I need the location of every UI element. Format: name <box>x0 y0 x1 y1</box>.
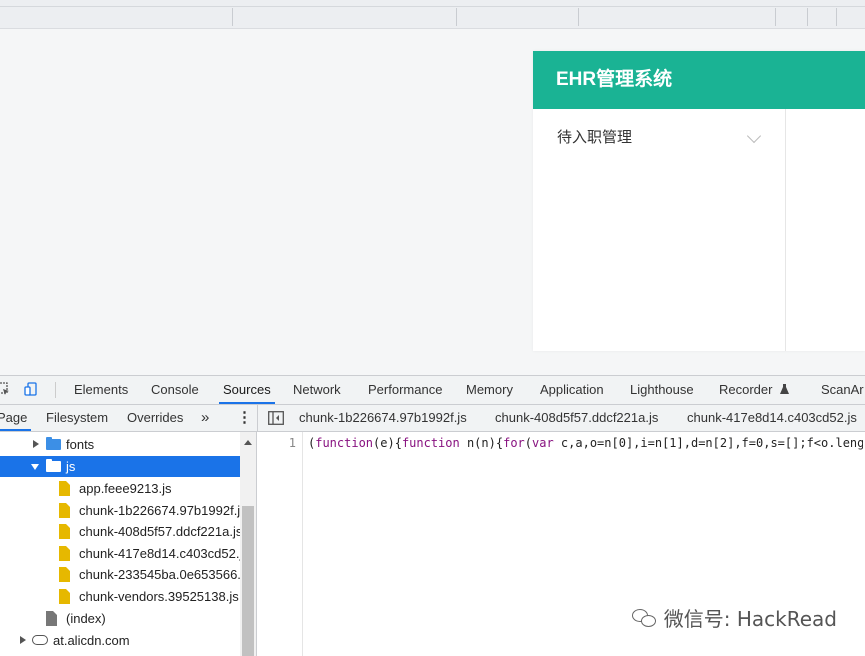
tree-item-file[interactable]: chunk-417e8d14.c403cd52.j <box>0 543 240 564</box>
tab-network[interactable]: Network <box>293 376 341 404</box>
toolbar-divider <box>55 382 56 398</box>
tree-scrollbar[interactable] <box>240 432 257 656</box>
tree-item-label: (index) <box>66 611 106 626</box>
tab-recorder-label: Recorder <box>719 382 773 397</box>
menu-item-label: 待入职管理 <box>557 128 633 146</box>
scrollbar-thumb[interactable] <box>242 506 254 656</box>
scroll-up-icon[interactable] <box>244 440 252 445</box>
open-file-tab[interactable]: chunk-417e8d14.c403cd52.js <box>687 405 857 431</box>
tree-item-domain[interactable]: at.alicdn.com <box>0 630 240 651</box>
open-file-tab[interactable]: chunk-1b226674.97b1992f.js <box>299 405 467 431</box>
more-tabs-icon[interactable]: » <box>201 405 209 431</box>
tab-sources[interactable]: Sources <box>219 376 275 404</box>
devtools-main-tabs: Elements Console Sources Network Perform… <box>0 376 865 405</box>
ehr-menu: 待入职管理 <box>533 109 786 351</box>
watermark: 微信号: HackRead <box>597 602 837 642</box>
document-icon <box>46 611 57 626</box>
wechat-icon <box>631 609 658 629</box>
tree-item-file[interactable]: chunk-233545ba.0e653566.j <box>0 564 240 585</box>
tree-item-label: chunk-408d5f57.ddcf221a.js <box>79 524 240 539</box>
tab-recorder[interactable]: Recorder <box>719 376 790 404</box>
top-edge-line <box>0 6 865 7</box>
tab-performance[interactable]: Performance <box>368 376 442 404</box>
ehr-sidebar-panel: EHR管理系统 待入职管理 <box>533 51 865 351</box>
line-number-gutter: 1 <box>258 432 303 656</box>
js-file-icon <box>59 589 70 604</box>
tab-separator <box>775 8 776 26</box>
tree-item-label: app.feee9213.js <box>79 481 172 496</box>
watermark-text: 微信号: HackRead <box>663 607 837 631</box>
tree-item-label: js <box>66 459 76 474</box>
line-number: 1 <box>288 436 296 450</box>
code-line: (function(e){function n(n){for(var c,a,o… <box>308 436 863 450</box>
tree-item-label: chunk-233545ba.0e653566.j <box>79 567 240 582</box>
navigator-tabs: Page Filesystem Overrides » ⋮ <box>0 405 258 432</box>
tab-separator <box>232 8 233 26</box>
tab-separator <box>578 8 579 26</box>
tree-item-label: fonts <box>66 437 95 452</box>
collapse-arrow-icon[interactable] <box>31 464 39 470</box>
tab-console[interactable]: Console <box>151 376 199 404</box>
page-viewport: EHR管理系统 待入职管理 <box>0 29 865 375</box>
tab-application[interactable]: Application <box>540 376 604 404</box>
tree-item-fonts-folder[interactable]: fonts <box>0 434 240 455</box>
file-tree: fonts js app.feee9213.js chunk-1b226674.… <box>0 432 240 656</box>
cloud-icon <box>32 635 48 645</box>
tree-item-file[interactable]: chunk-1b226674.97b1992f.j <box>0 500 240 521</box>
toggle-navigator-icon[interactable] <box>268 411 284 425</box>
nav-tab-overrides[interactable]: Overrides <box>127 405 183 431</box>
open-file-tab[interactable]: chunk-408d5f57.ddcf221a.js <box>495 405 658 431</box>
inspect-element-icon[interactable] <box>0 382 10 396</box>
tab-separator <box>807 8 808 26</box>
expand-arrow-icon[interactable] <box>20 636 26 644</box>
nav-tab-filesystem[interactable]: Filesystem <box>46 405 108 431</box>
kebab-menu-icon[interactable]: ⋮ <box>237 405 252 431</box>
folder-open-icon <box>46 459 61 472</box>
tab-scanar[interactable]: ScanAr <box>821 376 864 404</box>
expand-arrow-icon[interactable] <box>33 440 39 448</box>
nav-tab-page[interactable]: Page <box>0 405 32 431</box>
js-file-icon <box>59 524 70 539</box>
js-file-icon <box>59 503 70 518</box>
tab-separator <box>456 8 457 26</box>
tree-item-file[interactable]: chunk-408d5f57.ddcf221a.js <box>0 521 240 542</box>
tab-separator <box>836 8 837 26</box>
devtools-panel: Elements Console Sources Network Perform… <box>0 375 865 656</box>
browser-top-strip <box>0 0 865 29</box>
open-files-tabs: chunk-1b226674.97b1992f.js chunk-408d5f5… <box>258 405 865 432</box>
js-file-icon <box>59 481 70 496</box>
folder-icon <box>46 437 61 450</box>
tree-item-index[interactable]: (index) <box>0 608 240 629</box>
tree-item-label: chunk-1b226674.97b1992f.j <box>79 503 240 518</box>
experiment-flask-icon <box>780 384 790 394</box>
ehr-app-title: EHR管理系统 <box>533 51 865 109</box>
device-toolbar-icon[interactable] <box>24 382 38 396</box>
tree-item-label: chunk-vendors.39525138.js <box>79 589 239 604</box>
tree-item-js-folder[interactable]: js <box>0 456 240 477</box>
tab-memory[interactable]: Memory <box>466 376 513 404</box>
tree-item-label: at.alicdn.com <box>53 633 130 648</box>
menu-item-pending-onboarding[interactable]: 待入职管理 <box>533 109 785 165</box>
js-file-icon <box>59 567 70 582</box>
tree-item-file[interactable]: chunk-vendors.39525138.js <box>0 586 240 607</box>
tree-item-file[interactable]: app.feee9213.js <box>0 478 240 499</box>
chevron-down-icon <box>746 128 762 144</box>
tree-item-label: chunk-417e8d14.c403cd52.j <box>79 546 240 561</box>
tab-lighthouse[interactable]: Lighthouse <box>630 376 694 404</box>
js-file-icon <box>59 546 70 561</box>
tab-elements[interactable]: Elements <box>74 376 128 404</box>
